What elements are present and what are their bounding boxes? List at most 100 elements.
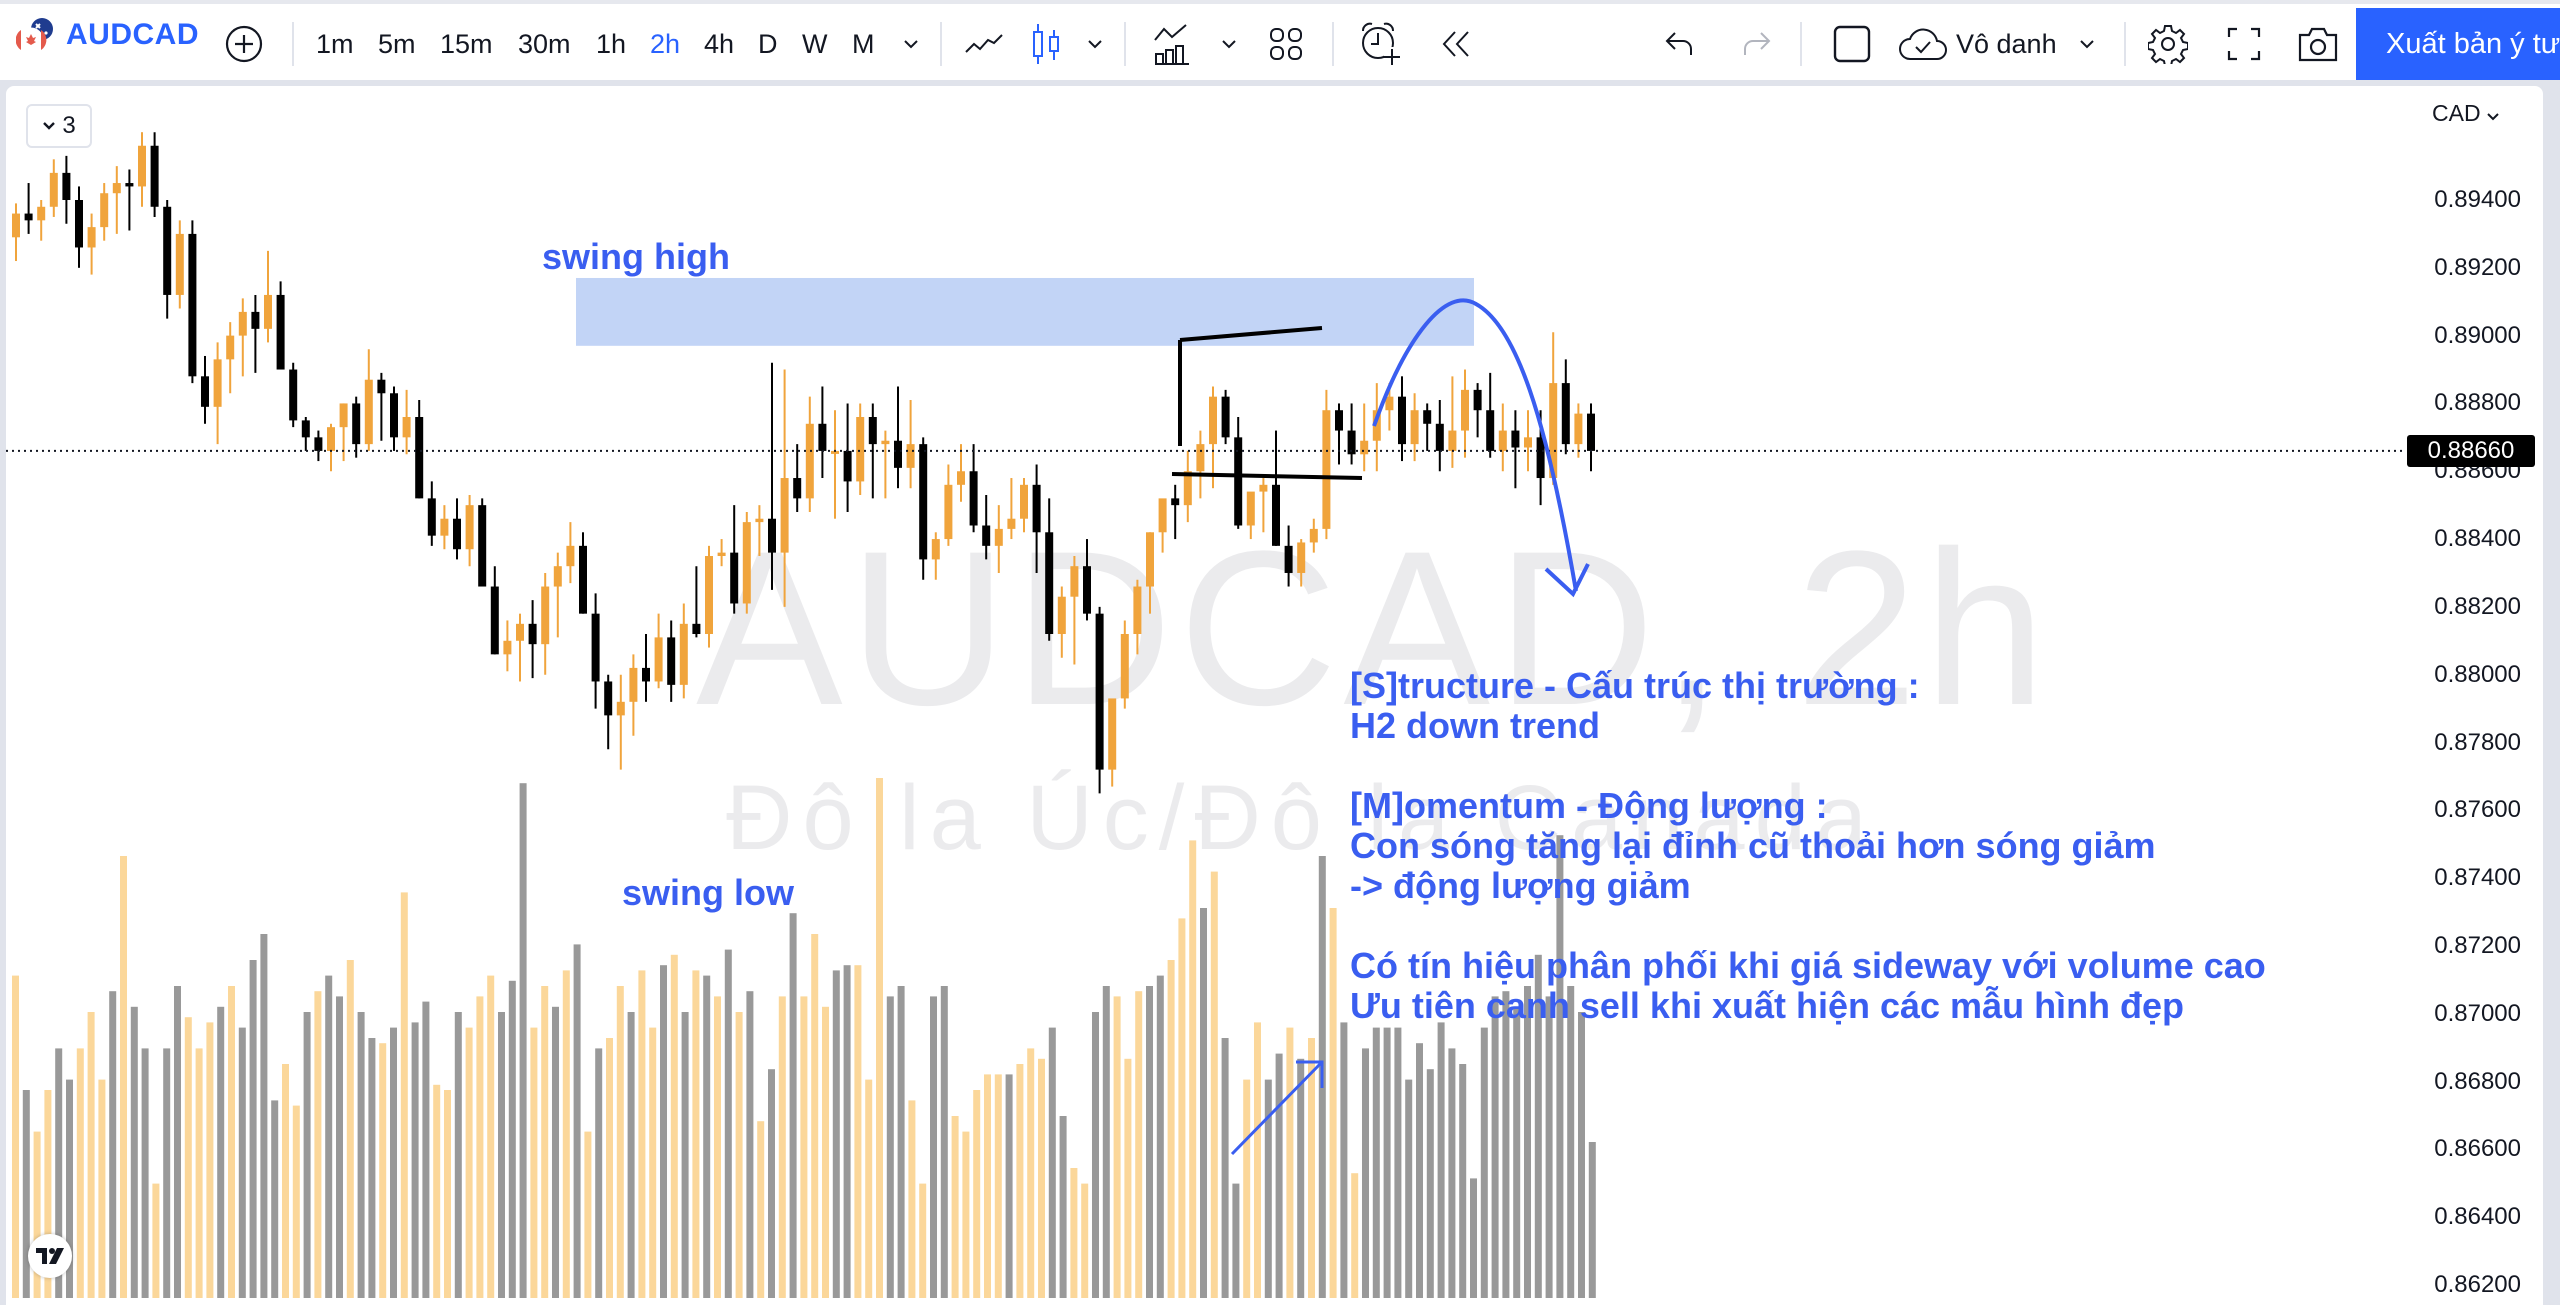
- divider: [1332, 22, 1334, 66]
- candle: [616, 674, 625, 770]
- drawing-mode-button[interactable]: [1830, 14, 1874, 74]
- candle-body: [1536, 437, 1545, 479]
- candle: [768, 362, 776, 590]
- layout-name-button[interactable]: Vô danh: [1898, 14, 2108, 74]
- timeframe-m[interactable]: M: [852, 14, 875, 74]
- legend-collapse-button[interactable]: 3: [26, 104, 92, 148]
- candle-body: [1095, 613, 1104, 770]
- candles-button[interactable]: [1026, 14, 1066, 74]
- candle: [213, 342, 222, 445]
- candle: [402, 389, 411, 455]
- volume-bar: [22, 1090, 30, 1298]
- candle: [1372, 383, 1381, 472]
- fullscreen-button[interactable]: [2222, 14, 2266, 74]
- line-chart-button[interactable]: [962, 14, 1006, 74]
- candle-body: [1196, 444, 1205, 472]
- chart-pane[interactable]: AUDCAD, 2h Đô la Úc/Đô la Canada swing h…: [6, 86, 2543, 1305]
- symbol-button[interactable]: AUDCAD: [16, 16, 199, 54]
- volume-bar: [1092, 1012, 1099, 1298]
- volume-bar: [1070, 1168, 1078, 1298]
- volume-bar: [444, 1090, 451, 1298]
- timeframe-1h[interactable]: 1h: [596, 14, 626, 74]
- candle: [906, 400, 915, 489]
- candle-body: [1461, 389, 1469, 431]
- candle: [37, 200, 46, 241]
- volume-bar: [660, 965, 667, 1298]
- volume-bar: [217, 1006, 225, 1298]
- undo-button[interactable]: [1660, 14, 1700, 74]
- volume-bar: [1113, 996, 1121, 1298]
- candle: [1083, 539, 1091, 621]
- divider: [292, 22, 294, 66]
- candle: [516, 613, 524, 682]
- add-symbol-button[interactable]: [222, 14, 266, 74]
- volume-bar: [724, 949, 732, 1298]
- currency-selector[interactable]: CAD: [2432, 100, 2499, 127]
- candle: [1133, 579, 1142, 655]
- alert-button[interactable]: [1356, 14, 1404, 74]
- layout-button[interactable]: [1266, 14, 1306, 74]
- timeframe-5m[interactable]: 5m: [378, 14, 416, 74]
- timeframe-15m[interactable]: 15m: [440, 14, 493, 74]
- candle: [201, 355, 209, 424]
- analysis-notes: [S]tructure - Cấu trúc thị trường : H2 d…: [1350, 665, 2266, 1026]
- timeframe-dropdown[interactable]: [898, 14, 924, 74]
- candle: [1284, 525, 1293, 587]
- price-tick: 0.87400: [2434, 864, 2521, 892]
- candle-body: [87, 227, 96, 248]
- timeframe-w[interactable]: W: [802, 14, 827, 74]
- chevron-down-icon: [1222, 40, 1236, 49]
- settings-button[interactable]: [2146, 14, 2190, 74]
- volume-bar: [357, 1012, 365, 1298]
- volume-bar: [627, 1012, 635, 1298]
- candle: [1171, 484, 1180, 540]
- volume-bar: [670, 954, 678, 1298]
- volume-bar: [120, 856, 127, 1298]
- publish-idea-button[interactable]: Xuất bản ý tưởng: [2356, 8, 2560, 80]
- volume-bar: [1372, 1027, 1380, 1298]
- price-axis[interactable]: CAD 0.89400 0.89200 0.89000 0.88800 0.88600 0…: [2393, 86, 2543, 1305]
- volume-bar: [195, 1048, 203, 1298]
- candle: [805, 396, 814, 512]
- volume-bar: [1480, 1027, 1488, 1298]
- volume-bar: [109, 991, 117, 1298]
- candle: [1183, 450, 1192, 523]
- cloud-save-icon: [1899, 28, 1947, 60]
- chart-type-dropdown[interactable]: [1082, 14, 1108, 74]
- timeframe-1m[interactable]: 1m: [316, 14, 354, 74]
- volume-bar: [1275, 1053, 1283, 1298]
- timeframe-2h[interactable]: 2h: [650, 14, 680, 74]
- indicators-button[interactable]: [1150, 14, 1194, 74]
- replay-button[interactable]: [1436, 14, 1476, 74]
- candle: [931, 532, 940, 580]
- candle: [24, 183, 33, 234]
- candle: [150, 132, 159, 217]
- candle-body: [1083, 566, 1091, 614]
- candle-body: [163, 206, 172, 295]
- timeframe-30m[interactable]: 30m: [518, 14, 571, 74]
- volume-bar: [692, 970, 700, 1298]
- volume-bar: [130, 1006, 138, 1298]
- volume-bar: [768, 1069, 775, 1298]
- candle-body: [881, 440, 890, 445]
- volume-bar: [1437, 1022, 1445, 1298]
- volume-bar: [206, 1022, 214, 1298]
- volume-bar: [595, 1048, 603, 1298]
- volume-bar: [1491, 996, 1499, 1298]
- redo-button[interactable]: [1736, 14, 1776, 74]
- timeframe-4h[interactable]: 4h: [704, 14, 734, 74]
- candle-body: [1322, 410, 1331, 529]
- snapshot-button[interactable]: [2296, 14, 2340, 74]
- volume-bar: [1362, 1048, 1369, 1298]
- volume-bar: [98, 1079, 106, 1298]
- candle: [717, 539, 726, 567]
- volume-bar: [184, 1017, 192, 1298]
- tradingview-logo[interactable]: [28, 1234, 72, 1278]
- timeframe-d[interactable]: D: [758, 14, 778, 74]
- volume-bar: [1329, 908, 1337, 1298]
- indicators-dropdown[interactable]: [1216, 14, 1242, 74]
- candle-body: [1335, 410, 1343, 431]
- candle-body: [793, 478, 802, 499]
- candle: [226, 322, 235, 394]
- candle: [490, 566, 499, 655]
